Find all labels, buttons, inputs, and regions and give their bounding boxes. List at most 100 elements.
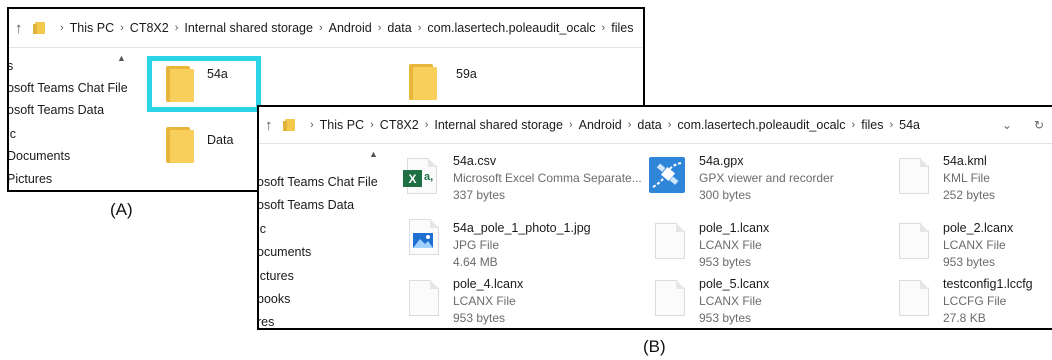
scroll-up-icon[interactable]: ▲ [369, 149, 378, 159]
scroll-up-icon[interactable]: ▲ [117, 53, 126, 63]
breadcrumb-item[interactable]: This PC [70, 21, 114, 35]
chevron-right-icon: › [370, 119, 374, 131]
file-name[interactable]: pole_4.lcanx [453, 277, 523, 291]
folder-icon[interactable] [409, 64, 437, 100]
file-type: GPX viewer and recorder [699, 171, 834, 185]
folder-label-data[interactable]: Data [207, 133, 233, 147]
image-icon[interactable] [409, 219, 439, 255]
document-icon[interactable] [655, 280, 685, 316]
folder-small-icon [283, 119, 295, 131]
file-size: 4.64 MB [453, 255, 498, 269]
breadcrumb-item[interactable]: Internal shared storage [184, 21, 313, 35]
address-bar[interactable]: ↑ › This PC › CT8X2 › Internal shared st… [259, 107, 1052, 144]
up-arrow-icon[interactable]: ↑ [265, 117, 279, 134]
file-type: Microsoft Excel Comma Separate... [453, 171, 642, 185]
file-size: 252 bytes [943, 188, 996, 202]
caption-b: (B) [643, 337, 666, 356]
document-icon[interactable] [655, 223, 685, 259]
file-name[interactable]: testconfig1.lccfg [943, 277, 1033, 291]
gpx-viewer-icon[interactable] [649, 157, 685, 193]
file-name[interactable]: 54a.gpx [699, 154, 743, 168]
folder-icon[interactable] [166, 66, 194, 102]
folder-label-54a[interactable]: 54a [207, 67, 228, 81]
file-size: 27.8 KB [943, 311, 986, 325]
file-size: 300 bytes [699, 188, 752, 202]
refresh-icon[interactable]: ↻ [1034, 118, 1044, 132]
file-explorer-window-b: ↑ › This PC › CT8X2 › Internal shared st… [257, 105, 1052, 330]
caption-a: (A) [110, 200, 133, 219]
nav-item[interactable]: res [259, 315, 274, 328]
chevron-right-icon: › [310, 119, 314, 131]
file-type: LCANX File [453, 294, 516, 308]
chevron-right-icon: › [318, 22, 323, 34]
nav-item[interactable]: ocuments [259, 245, 311, 259]
breadcrumb-item[interactable]: files [611, 21, 633, 35]
document-icon[interactable] [899, 223, 929, 259]
file-name[interactable]: 54a.csv [453, 154, 496, 168]
nav-item[interactable]: ictures [259, 269, 294, 283]
file-size: 953 bytes [699, 311, 752, 325]
nav-item[interactable]: ic [259, 222, 266, 236]
nav-item[interactable]: osoft Teams Data [9, 103, 104, 117]
nav-item[interactable]: books [259, 292, 290, 306]
file-type: JPG File [453, 238, 500, 252]
file-type: LCCFG File [943, 294, 1007, 308]
chevron-right-icon: › [424, 119, 429, 131]
breadcrumb-item[interactable]: Internal shared storage [434, 118, 563, 132]
breadcrumb-item[interactable]: This PC [320, 118, 364, 132]
navigation-pane: ▲ osoft Teams Chat File osoft Teams Data… [259, 143, 378, 328]
breadcrumb-item[interactable]: data [637, 118, 661, 132]
nav-item[interactable]: ic [9, 127, 16, 141]
document-icon[interactable] [899, 158, 929, 194]
breadcrumb-item[interactable]: Android [579, 118, 622, 132]
chevron-right-icon: › [889, 119, 894, 131]
nav-item[interactable]: Documents [9, 149, 70, 163]
breadcrumb-item[interactable]: com.lasertech.poleaudit_ocalc [427, 21, 595, 35]
file-type: KML File [943, 171, 990, 185]
file-name[interactable]: pole_1.lcanx [699, 221, 769, 235]
file-name[interactable]: pole_5.lcanx [699, 277, 769, 291]
address-bar[interactable]: ↑ › This PC › CT8X2 › Internal shared st… [9, 9, 643, 48]
document-icon[interactable] [899, 280, 929, 316]
nav-item[interactable]: osoft Teams Chat File [9, 81, 128, 95]
file-type: LCANX File [699, 294, 762, 308]
breadcrumb-item[interactable]: Android [329, 21, 372, 35]
nav-item[interactable]: osoft Teams Chat File [259, 175, 378, 189]
file-name[interactable]: pole_2.lcanx [943, 221, 1013, 235]
nav-item[interactable]: s [9, 59, 13, 73]
breadcrumb-item[interactable]: CT8X2 [380, 118, 419, 132]
file-size: 953 bytes [453, 311, 506, 325]
file-size: 953 bytes [699, 255, 752, 269]
up-arrow-icon[interactable]: ↑ [15, 20, 29, 37]
file-size: 337 bytes [453, 188, 506, 202]
file-type: LCANX File [943, 238, 1006, 252]
file-size: 953 bytes [943, 255, 996, 269]
file-name[interactable]: 54a.kml [943, 154, 987, 168]
chevron-right-icon: › [851, 119, 856, 131]
breadcrumb-item[interactable]: 54a [899, 118, 920, 132]
nav-item[interactable]: Pictures [9, 172, 52, 186]
chevron-right-icon: › [627, 119, 632, 131]
navigation-pane: ▲ s osoft Teams Chat File osoft Teams Da… [9, 47, 137, 190]
file-name[interactable]: 54a_pole_1_photo_1.jpg [453, 221, 591, 235]
breadcrumb-item[interactable]: CT8X2 [130, 21, 169, 35]
chevron-down-icon[interactable]: ⌄ [1002, 118, 1012, 132]
breadcrumb-item[interactable]: files [861, 118, 883, 132]
selection-highlight [147, 56, 261, 112]
excel-icon[interactable]: Xa, [403, 158, 437, 194]
breadcrumb-item[interactable]: com.lasertech.poleaudit_ocalc [677, 118, 845, 132]
chevron-right-icon: › [120, 22, 124, 34]
chevron-right-icon: › [568, 119, 573, 131]
chevron-right-icon: › [60, 22, 64, 34]
chevron-right-icon: › [667, 119, 672, 131]
folder-icon[interactable] [166, 127, 194, 163]
nav-item[interactable]: osoft Teams Data [259, 198, 354, 212]
chevron-right-icon: › [601, 22, 606, 34]
file-type: LCANX File [699, 238, 762, 252]
chevron-right-icon: › [417, 22, 422, 34]
chevron-right-icon: › [377, 22, 382, 34]
breadcrumb-item[interactable]: data [387, 21, 411, 35]
document-icon[interactable] [409, 280, 439, 316]
folder-label-59a[interactable]: 59a [456, 67, 477, 81]
chevron-right-icon: › [174, 22, 179, 34]
